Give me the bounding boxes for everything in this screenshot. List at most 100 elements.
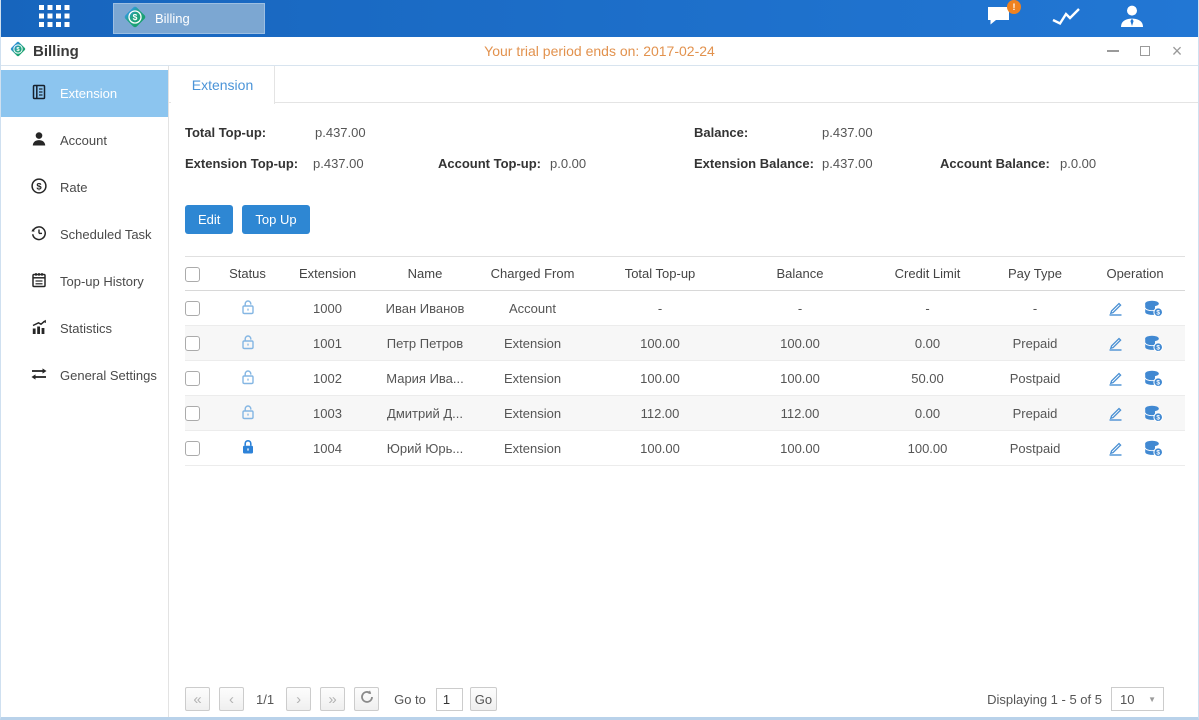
edit-pencil-icon[interactable]	[1107, 300, 1124, 317]
row-checkbox[interactable]	[185, 371, 200, 386]
svg-text:$: $	[1156, 344, 1160, 351]
prev-page-button[interactable]: ‹	[219, 687, 244, 711]
taskbar-tab-label: Billing	[155, 11, 190, 26]
cell-balance: 100.00	[730, 431, 870, 466]
cell-credit-limit: 0.00	[870, 396, 985, 431]
extension-topup-value: p.437.00	[313, 156, 438, 171]
window-title: Billing	[33, 43, 79, 60]
topup-coins-icon[interactable]: $	[1144, 370, 1163, 387]
extensions-table: Status Extension Name Charged From Total…	[185, 256, 1185, 466]
pagination-right: Displaying 1 - 5 of 5 10 ▼	[987, 687, 1164, 711]
minimize-button[interactable]	[1106, 44, 1120, 58]
cell-balance: 112.00	[730, 396, 870, 431]
column-pay-type: Pay Type	[985, 257, 1085, 291]
svg-text:$: $	[133, 12, 138, 22]
window-controls: ×	[1106, 44, 1184, 58]
total-topup-value: p.437.00	[315, 125, 694, 140]
refresh-button[interactable]	[354, 687, 379, 711]
page-size-value: 10	[1120, 692, 1134, 707]
balance-summary: Total Top-up: p.437.00 Balance: p.437.00…	[169, 103, 1198, 179]
sidebar-item-rate[interactable]: $ Rate	[1, 164, 168, 211]
cell-total-topup: 100.00	[590, 361, 730, 396]
go-button[interactable]: Go	[470, 687, 497, 711]
extension-balance-value: p.437.00	[822, 156, 940, 171]
notification-badge: !	[1007, 0, 1021, 14]
taskbar-billing-tab[interactable]: $ Billing	[113, 3, 265, 34]
sidebar-item-scheduled-task[interactable]: Scheduled Task	[1, 211, 168, 258]
close-button[interactable]: ×	[1170, 44, 1184, 58]
billing-app-window: $ Billing !	[0, 0, 1199, 720]
row-checkbox[interactable]	[185, 406, 200, 421]
notifications-button[interactable]: !	[984, 6, 1016, 32]
sidebar-item-statistics[interactable]: Statistics	[1, 305, 168, 352]
column-status: Status	[215, 257, 280, 291]
first-page-button[interactable]: «	[185, 687, 210, 711]
goto-page-input[interactable]	[436, 688, 463, 711]
clock-history-icon	[30, 224, 48, 245]
app-body: Extension Account $ Rate	[1, 66, 1198, 717]
sidebar-item-label: Top-up History	[60, 274, 144, 289]
next-page-button[interactable]: ›	[286, 687, 311, 711]
cell-balance: 100.00	[730, 361, 870, 396]
cell-name: Юрий Юрь...	[375, 431, 475, 466]
topup-coins-icon[interactable]: $	[1144, 335, 1163, 352]
page-size-select[interactable]: 10 ▼	[1111, 687, 1164, 711]
edit-button[interactable]: Edit	[185, 205, 233, 234]
topup-coins-icon[interactable]: $	[1144, 405, 1163, 422]
edit-pencil-icon[interactable]	[1107, 335, 1124, 352]
top-up-button[interactable]: Top Up	[242, 205, 309, 234]
extension-balance-label: Extension Balance:	[694, 156, 822, 171]
cell-pay-type: Postpaid	[985, 431, 1085, 466]
table-row: 1002 Мария Ива... Extension 100.00 100.0…	[185, 361, 1185, 396]
main-menu-button[interactable]	[31, 0, 77, 37]
last-page-button[interactable]: »	[320, 687, 345, 711]
cell-balance: -	[730, 291, 870, 326]
cell-extension: 1003	[280, 396, 375, 431]
svg-text:$: $	[1156, 379, 1160, 386]
transfer-arrows-icon	[30, 365, 48, 386]
resource-monitor-button[interactable]	[1050, 6, 1082, 32]
topbar-right: !	[984, 6, 1148, 32]
billing-window-icon: $	[9, 40, 27, 63]
notepad-icon	[30, 271, 48, 292]
table-row: 1000 Иван Иванов Account - - - - $	[185, 291, 1185, 326]
account-menu-button[interactable]	[1116, 6, 1148, 32]
edit-pencil-icon[interactable]	[1107, 440, 1124, 457]
topup-coins-icon[interactable]: $	[1144, 300, 1163, 317]
line-chart-icon	[1051, 5, 1081, 32]
table-row: 1001 Петр Петров Extension 100.00 100.00…	[185, 326, 1185, 361]
svg-text:$: $	[36, 181, 42, 192]
table-row: 1003 Дмитрий Д... Extension 112.00 112.0…	[185, 396, 1185, 431]
person-icon	[30, 130, 48, 151]
account-topup-label: Account Top-up:	[438, 156, 550, 171]
cell-extension: 1002	[280, 361, 375, 396]
edit-pencil-icon[interactable]	[1107, 370, 1124, 387]
cell-name: Петр Петров	[375, 326, 475, 361]
window-title-group: $ Billing	[9, 40, 79, 63]
maximize-button[interactable]	[1138, 44, 1152, 58]
table-header-row: Status Extension Name Charged From Total…	[185, 257, 1185, 291]
svg-text:$: $	[1156, 449, 1160, 456]
account-balance-value: p.0.00	[1060, 156, 1096, 171]
column-charged-from: Charged From	[475, 257, 590, 291]
topup-coins-icon[interactable]: $	[1144, 440, 1163, 457]
sidebar-item-account[interactable]: Account	[1, 117, 168, 164]
select-all-checkbox[interactable]	[185, 267, 200, 282]
column-credit-limit: Credit Limit	[870, 257, 985, 291]
row-checkbox[interactable]	[185, 441, 200, 456]
row-checkbox[interactable]	[185, 336, 200, 351]
lock-open-icon	[239, 409, 257, 424]
row-checkbox[interactable]	[185, 301, 200, 316]
cell-credit-limit: 0.00	[870, 326, 985, 361]
sidebar-item-general-settings[interactable]: General Settings	[1, 352, 168, 399]
sidebar-item-topup-history[interactable]: Top-up History	[1, 258, 168, 305]
tab-extension[interactable]: Extension	[171, 66, 275, 104]
sidebar-item-label: Rate	[60, 180, 87, 195]
summary-row-2: Extension Top-up: p.437.00 Account Top-u…	[185, 148, 1198, 179]
summary-row-1: Total Top-up: p.437.00 Balance: p.437.00	[185, 117, 1198, 148]
column-extension: Extension	[280, 257, 375, 291]
cell-credit-limit: 100.00	[870, 431, 985, 466]
edit-pencil-icon[interactable]	[1107, 405, 1124, 422]
sidebar-item-extension[interactable]: Extension	[1, 70, 168, 117]
page-indicator: 1/1	[256, 692, 274, 707]
